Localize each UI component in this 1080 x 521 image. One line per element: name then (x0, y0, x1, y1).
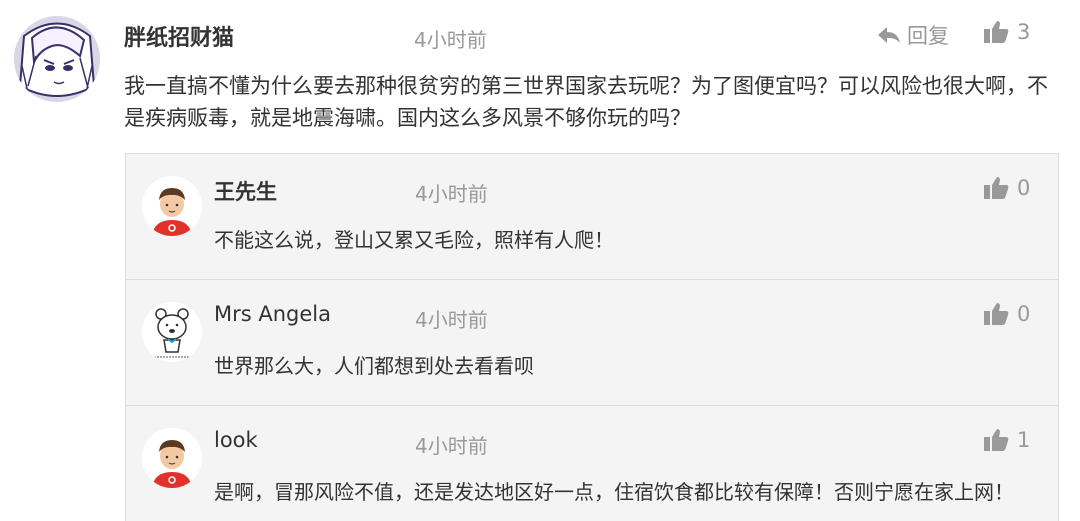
avatar[interactable] (142, 302, 202, 362)
reply-button[interactable]: 回复 (877, 21, 949, 49)
reply-arrow-icon (878, 27, 900, 43)
reply-author[interactable]: Mrs Angela (214, 302, 331, 326)
reply-text: 是啊，冒那风险不值，还是发达地区好一点，住宿饮食都比较有保障！否则宁愿在家上网！ (214, 480, 1014, 504)
comment-thread: 胖纸招财猫 4小时前 回复 3 我一直搞不懂为什么要去那种很贫穷的第三世界国家去… (0, 0, 1080, 521)
avatar[interactable] (142, 428, 202, 488)
reply-text: 世界那么大，人们都想到处去看看呗 (214, 354, 534, 378)
reply-item: look 4小时前 1 是啊，冒那风险不值，还是发达地区好一点，住宿饮食都比较有… (126, 406, 1058, 521)
like-button[interactable]: 3 (983, 20, 1030, 44)
reply-timestamp: 4小时前 (415, 182, 488, 206)
cartoon-boy-avatar-icon (142, 428, 202, 488)
cartoon-boy-avatar-icon (142, 176, 202, 236)
like-button[interactable]: 0 (983, 302, 1030, 326)
comment-author[interactable]: 胖纸招财猫 (124, 20, 234, 52)
like-count: 3 (1017, 20, 1031, 44)
reply-text: 不能这么说，登山又累又毛险，照样有人爬！ (214, 228, 614, 252)
reply-timestamp: 4小时前 (415, 434, 488, 458)
comment-text: 我一直搞不懂为什么要去那种很贫穷的第三世界国家去玩呢？为了图便宜吗？可以风险也很… (124, 74, 1048, 130)
like-button[interactable]: 0 (983, 176, 1030, 200)
reply-item: 王先生 4小时前 0 不能这么说，登山又累又毛险，照样有人爬！ (126, 154, 1058, 280)
comment-timestamp: 4小时前 (414, 28, 487, 52)
replies-container: 王先生 4小时前 0 不能这么说，登山又累又毛险，照样有人爬！ Mrs Ange… (125, 153, 1059, 521)
reply-author[interactable]: look (214, 428, 258, 452)
reply-item: Mrs Angela 4小时前 0 世界那么大，人们都想到处去看看呗 (126, 280, 1058, 406)
reply-timestamp: 4小时前 (415, 308, 488, 332)
cartoon-bear-avatar-icon (142, 302, 202, 362)
thumbs-up-icon (984, 429, 1009, 451)
like-count: 0 (1017, 176, 1031, 200)
reply-button-label: 回复 (907, 24, 949, 48)
like-button[interactable]: 1 (983, 428, 1030, 452)
like-count: 0 (1017, 302, 1031, 326)
avatar[interactable] (14, 16, 100, 102)
like-count: 1 (1017, 428, 1031, 452)
avatar[interactable] (142, 176, 202, 236)
thumbs-up-icon (984, 303, 1009, 325)
thumbs-up-icon (984, 177, 1009, 199)
reply-author[interactable]: 王先生 (214, 176, 277, 206)
anime-avatar-icon (14, 16, 100, 102)
thumbs-up-icon (984, 21, 1009, 43)
